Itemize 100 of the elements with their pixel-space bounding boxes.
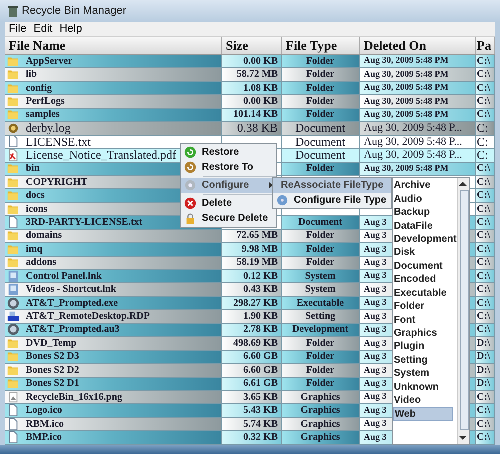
table-cell: D:\ (476, 350, 495, 364)
file-name: Bones S2 D2 (26, 364, 80, 376)
table-cell: C:\ (476, 404, 495, 417)
table-cell: Folder (282, 55, 360, 68)
scroll-down-icon[interactable] (459, 435, 468, 441)
table-cell: C:\ (476, 68, 495, 81)
restore-icon (184, 146, 197, 159)
file-name: lib (26, 68, 38, 81)
table-cell: C:\ (476, 270, 495, 282)
lock-icon (184, 212, 197, 225)
table-cell: Aug 30, 2009 5:48 PM (360, 55, 476, 68)
table-cell: 3.65 KB (222, 390, 282, 404)
folder-icon (7, 350, 20, 364)
column-header[interactable]: File Name (5, 37, 222, 54)
folder-icon (7, 189, 20, 202)
table-cell: C:\ (476, 202, 495, 216)
file-name: COPYRIGHT (26, 176, 88, 188)
list-item[interactable]: Audio (393, 192, 457, 206)
settings-icon (184, 179, 197, 192)
table-cell: Folder (282, 95, 360, 108)
table-cell: C:\ (476, 55, 495, 68)
computer-icon (7, 310, 20, 323)
shortcut-icon (7, 283, 20, 296)
list-item[interactable]: Archive (393, 179, 457, 192)
menu-item[interactable]: Edit (34, 22, 53, 38)
scrollbar[interactable] (456, 178, 469, 444)
table-cell: Aug 30, 2009 5:48 PM (360, 162, 476, 175)
menu-item[interactable]: Configure File Type (273, 193, 391, 208)
table-cell: Document (282, 216, 360, 229)
table-cell: 1.90 KB (222, 310, 282, 323)
table-cell: 2.78 KB (222, 324, 282, 336)
table-cell: C:\ (476, 108, 495, 122)
column-header[interactable]: File Type (282, 37, 360, 54)
table-cell: 0.38 KB (222, 122, 282, 135)
image-file-icon (7, 390, 20, 404)
column-header[interactable]: Pa (476, 37, 495, 54)
column-header[interactable]: Deleted On (360, 37, 476, 54)
menu-item[interactable]: Help (60, 22, 82, 38)
table-cell: C:\ (476, 189, 495, 202)
table-cell: 9.98 MB (222, 243, 282, 256)
table-cell: 0.32 KB (222, 431, 282, 444)
file-name: derby.log (26, 122, 71, 135)
table-cell: C:\ (476, 296, 495, 310)
table-cell: Folder (282, 243, 360, 256)
folder-icon (7, 68, 20, 81)
table-cell: C:\ (476, 256, 495, 269)
table-cell: Document (282, 149, 360, 162)
disc-icon (276, 194, 289, 207)
submenu-arrow-icon (269, 182, 273, 189)
table-cell: C:\ (476, 216, 495, 229)
table-cell: 5.43 KB (222, 404, 282, 417)
folder-icon (7, 364, 20, 376)
table-cell: Graphics (282, 431, 360, 444)
list-item[interactable]: Web (393, 407, 453, 421)
window-title: Recycle Bin Manager (22, 4, 127, 19)
file-name: samples (26, 108, 60, 122)
menu-item[interactable]: Restore (181, 145, 276, 160)
folder-icon (7, 337, 20, 350)
table-cell: 1.08 KB (222, 82, 282, 94)
file-name: Bones S2 D1 (26, 378, 80, 390)
folder-icon (7, 162, 20, 175)
table-cell: D:\ (476, 337, 495, 350)
menu-item[interactable]: Secure Delete (181, 211, 276, 226)
table-cell: Folder (282, 230, 360, 242)
menu-item[interactable]: Restore To (181, 160, 276, 175)
folder-icon (7, 256, 20, 269)
menu-item[interactable]: Delete (181, 196, 276, 211)
menu-item[interactable]: ReAssociate FileType (273, 178, 391, 193)
scroll-up-icon[interactable] (459, 181, 468, 187)
table-cell: Aug 30, 2009 5:48 P... (360, 149, 476, 162)
table-cell: Folder (282, 108, 360, 122)
table-cell: C:\ (476, 431, 495, 444)
table-cell: 72.65 MB (222, 230, 282, 242)
table-cell: Folder (282, 364, 360, 376)
folder-icon (7, 55, 20, 68)
table-cell: C:\ (476, 418, 495, 430)
table-cell: 498.69 KB (222, 337, 282, 350)
table-cell: C:\ (476, 95, 495, 108)
table-cell: Folder (282, 378, 360, 390)
table-cell: Aug 30, 2009 5:48 PM (360, 108, 476, 122)
column-header[interactable]: Size (222, 37, 282, 54)
menu-item[interactable]: File (9, 22, 27, 38)
table-cell: 0.12 KB (222, 270, 282, 282)
table-cell: 6.60 GB (222, 364, 282, 376)
file-name: PerfLogs (26, 95, 65, 108)
file-name: DVD_Temp (26, 337, 77, 350)
scroll-thumb[interactable] (460, 190, 469, 430)
disc-icon (7, 296, 20, 310)
folder-icon (7, 95, 20, 108)
table-cell: C:\ (476, 283, 495, 296)
table-cell: Folder (282, 82, 360, 94)
table-cell: Aug 30, 2009 5:48 PM (360, 82, 476, 94)
file-name: bin (26, 162, 40, 175)
file-name: 3RD-PARTY-LICENSE.txt (26, 216, 143, 229)
table-cell: C:\ (476, 390, 495, 404)
file-name: Videos - Shortcut.lnk (26, 283, 116, 296)
file-name: docs (26, 189, 45, 202)
file-name: Logo.ico (26, 404, 62, 417)
file-name: Control Panel.lnk (26, 270, 102, 282)
table-cell: C: (476, 149, 495, 162)
